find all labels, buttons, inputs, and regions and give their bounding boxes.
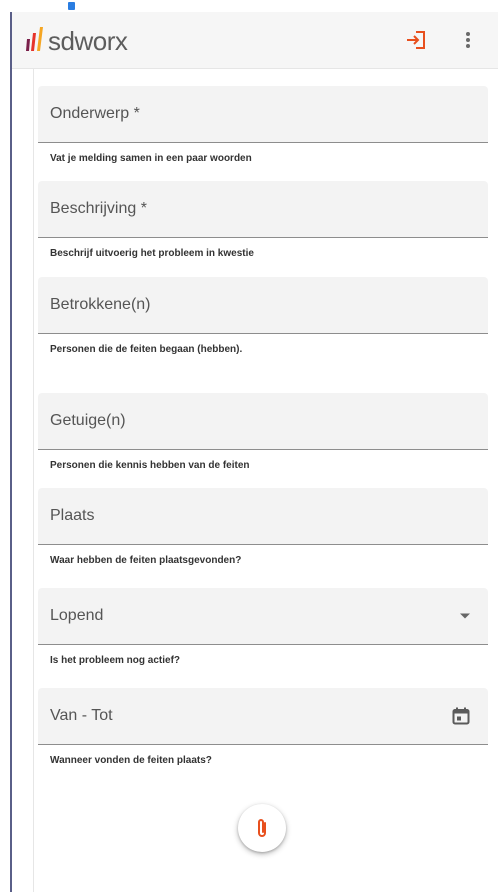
frame-border-left xyxy=(10,12,12,892)
witnesses-field[interactable]: Getuige(n) xyxy=(38,393,488,450)
description-field[interactable]: Beschrijving * xyxy=(38,181,488,238)
paperclip-icon xyxy=(258,819,266,837)
witnesses-hint: Personen die kennis hebben van de feiten xyxy=(50,460,250,471)
logo-text: sdworx xyxy=(48,26,128,56)
ongoing-value: Lopend xyxy=(50,607,104,624)
logo-mark-icon xyxy=(26,27,43,51)
description-label: Beschrijving * xyxy=(50,200,147,217)
ongoing-hint: Is het probleem nog actief? xyxy=(50,655,181,666)
ongoing-select[interactable]: Lopend xyxy=(38,588,488,645)
sdworx-logo[interactable]: sdworx xyxy=(25,25,155,56)
content-border-left xyxy=(33,68,34,892)
involved-field[interactable]: Betrokkene(n) xyxy=(38,277,488,334)
location-label: Plaats xyxy=(50,507,95,524)
subject-hint: Vat je melding samen in een paar woorden xyxy=(50,153,252,164)
subject-label: Onderwerp * xyxy=(50,105,140,122)
subject-field[interactable]: Onderwerp * xyxy=(38,86,488,143)
dropdown-arrow-icon xyxy=(460,613,470,619)
date-range-field[interactable]: Van - Tot xyxy=(38,688,488,745)
top-blue-mark xyxy=(68,2,75,10)
more-vert-icon xyxy=(466,32,470,48)
logout-icon xyxy=(407,31,425,49)
involved-hint: Personen die de feiten begaan (hebben). xyxy=(50,344,243,355)
attach-button[interactable] xyxy=(238,804,286,852)
top-strip xyxy=(0,0,498,12)
date-range-hint: Wanneer vonden de feiten plaats? xyxy=(50,755,212,766)
description-hint: Beschrijf uitvoerig het probleem in kwes… xyxy=(50,248,254,259)
date-range-label: Van - Tot xyxy=(50,707,113,724)
location-hint: Waar hebben de feiten plaatsgevonden? xyxy=(50,555,242,566)
location-field[interactable]: Plaats xyxy=(38,488,488,545)
more-menu-button[interactable] xyxy=(454,26,482,54)
app-header: sdworx xyxy=(12,12,498,69)
involved-label: Betrokkene(n) xyxy=(50,296,151,313)
calendar-icon[interactable] xyxy=(452,707,470,725)
logout-button[interactable] xyxy=(402,26,430,54)
witnesses-label: Getuige(n) xyxy=(50,412,126,429)
